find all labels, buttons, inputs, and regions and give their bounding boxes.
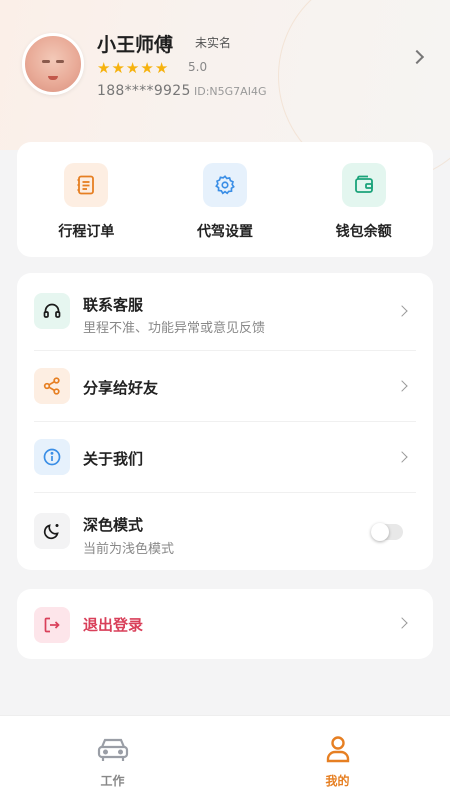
avatar[interactable] [22, 33, 84, 95]
info-icon [34, 439, 70, 475]
rating-value: 5.0 [188, 60, 208, 74]
toggle-knob [371, 523, 389, 541]
menu-item-subtitle: 里程不准、功能异常或意见反馈 [83, 321, 266, 336]
headset-icon [34, 293, 70, 329]
star-icon: ★ [97, 59, 111, 77]
quick-action-label: 代驾设置 [197, 224, 253, 240]
menu-item-contact-support[interactable]: 联系客服 里程不准、功能异常或意见反馈 [17, 273, 433, 349]
menu-item-title: 深色模式 [83, 516, 144, 534]
quick-action-label: 行程订单 [58, 224, 115, 240]
chevron-right-icon [396, 617, 408, 629]
quick-actions-card: 行程订单 代驾设置 钱包余额 [17, 142, 433, 257]
profile-card[interactable]: 小王师傅 未实名 ★ ★ ★ ★ ★ 5.0 188****9925 ID:N5… [0, 0, 450, 125]
order-list-icon [64, 163, 109, 207]
star-icon: ★ [154, 59, 169, 77]
driver-name: 小王师傅 [97, 34, 174, 56]
quick-action-orders[interactable]: 行程订单 [17, 142, 156, 257]
user-icon [326, 736, 349, 763]
menu-item-title: 关于我们 [83, 450, 144, 468]
logout-label: 退出登录 [83, 616, 144, 634]
quick-action-settings[interactable]: 代驾设置 [156, 142, 295, 257]
tab-label: 我的 [325, 774, 350, 788]
settings-menu-card: 联系客服 里程不准、功能异常或意见反馈 分享给好友 关于我们 深色模式 当前为浅… [17, 273, 433, 570]
tab-work[interactable]: 工作 [0, 716, 225, 800]
menu-item-about[interactable]: 关于我们 [17, 422, 433, 492]
logout-icon [34, 607, 70, 643]
chevron-right-icon[interactable] [409, 49, 425, 65]
menu-item-title: 联系客服 [83, 296, 144, 314]
tab-mine[interactable]: 我的 [225, 716, 450, 800]
star-icon: ★ [140, 59, 154, 77]
user-id: ID:N5G7AI4G [194, 85, 267, 98]
phone-number: 188****9925 [97, 83, 191, 99]
menu-item-dark-mode: 深色模式 当前为浅色模式 [17, 493, 433, 570]
quick-action-wallet[interactable]: 钱包余额 [294, 142, 433, 257]
car-icon [97, 738, 128, 761]
gear-icon [203, 163, 247, 207]
share-icon [34, 368, 70, 404]
quick-action-label: 钱包余额 [335, 224, 392, 240]
dark-mode-toggle[interactable] [371, 523, 403, 541]
star-icon: ★ [125, 59, 140, 77]
chevron-right-icon [396, 380, 408, 392]
chevron-right-icon [396, 451, 408, 463]
menu-item-share[interactable]: 分享给好友 [17, 351, 433, 421]
wallet-icon [341, 163, 386, 207]
rating-stars: ★ ★ ★ ★ ★ [97, 59, 168, 77]
star-icon: ★ [111, 59, 125, 77]
menu-item-subtitle: 当前为浅色模式 [83, 542, 175, 557]
logout-button[interactable]: 退出登录 [17, 589, 433, 659]
menu-item-title: 分享给好友 [83, 379, 159, 397]
bottom-tab-bar: 工作 我的 [0, 715, 450, 800]
moon-icon [34, 513, 70, 549]
tab-label: 工作 [100, 774, 125, 788]
chevron-right-icon [396, 305, 408, 317]
realname-status-badge[interactable]: 未实名 [190, 32, 236, 53]
